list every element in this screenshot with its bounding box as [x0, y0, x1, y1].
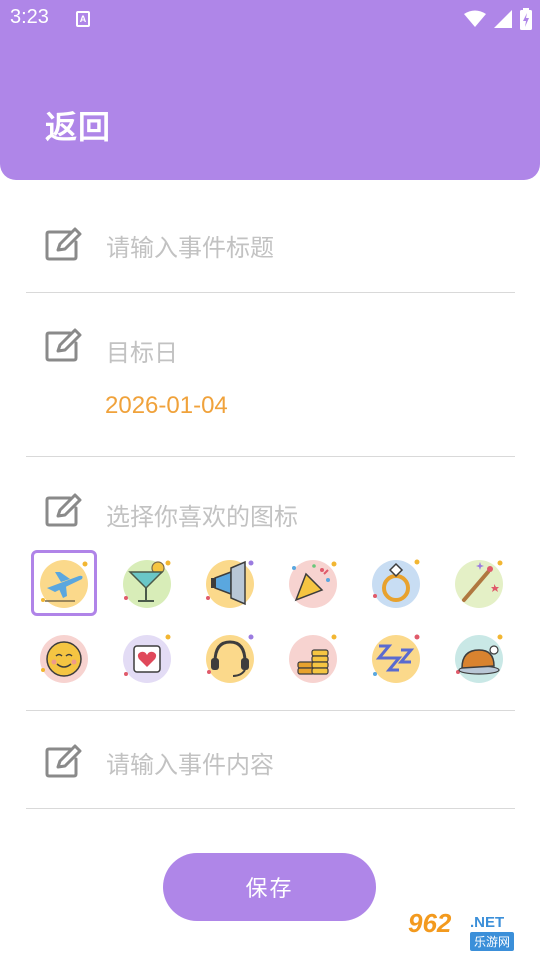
megaphone-icon: [206, 560, 254, 608]
back-button[interactable]: 返回: [45, 102, 111, 148]
divider: [26, 292, 515, 293]
icon-option-airplane[interactable]: [31, 550, 97, 616]
event-title-input[interactable]: 请输入事件标题: [106, 228, 274, 263]
watermark-main: 962: [408, 908, 452, 938]
target-date-label: 目标日: [106, 339, 178, 367]
smiley-icon: [40, 635, 88, 683]
battery-icon: [520, 8, 532, 30]
divider: [26, 456, 515, 457]
icon-option-magic-wand[interactable]: [446, 550, 512, 616]
watermark-sub: 乐游网: [470, 932, 515, 951]
magic-wand-icon: [455, 560, 503, 608]
edit-icon: [45, 328, 82, 362]
status-icons: [464, 8, 532, 30]
roast-chicken-icon: [455, 634, 503, 683]
signal-icon: [494, 10, 512, 28]
event-content-input[interactable]: 请输入事件内容: [106, 745, 274, 780]
airplane-icon: [40, 560, 88, 608]
target-date-value[interactable]: 2026-01-04: [105, 392, 228, 420]
icon-option-megaphone[interactable]: [197, 550, 263, 616]
icon-option-ring[interactable]: [363, 550, 429, 616]
icon-option-headphones[interactable]: [197, 624, 263, 690]
app-header: 3:23 A 返回: [0, 0, 540, 180]
divider: [26, 710, 515, 711]
icon-picker-label: 选择你喜欢的图标: [106, 503, 298, 531]
notification-icon: A: [76, 11, 90, 27]
wifi-icon: [464, 10, 486, 27]
edit-icon: [45, 744, 82, 778]
cocktail-icon: [123, 560, 171, 608]
status-bar: 3:23 A: [0, 0, 540, 38]
icon-option-heart-card[interactable]: [114, 624, 180, 690]
save-button[interactable]: 保存: [163, 853, 376, 921]
icon-option-coins[interactable]: [280, 624, 346, 690]
watermark-domain: .NET: [470, 914, 505, 931]
party-popper-icon: [289, 560, 337, 608]
icon-option-roast-chicken[interactable]: [446, 624, 512, 690]
sleep-zzz-icon: [372, 634, 420, 683]
edit-icon: [45, 493, 82, 527]
icon-option-sleep-zzz[interactable]: [363, 624, 429, 690]
status-time: 3:23: [10, 6, 49, 28]
icon-option-cocktail[interactable]: [114, 550, 180, 616]
icon-option-smiley[interactable]: [31, 624, 97, 690]
coins-icon: [289, 634, 337, 683]
icon-option-party-popper[interactable]: [280, 550, 346, 616]
watermark-logo: 962 .NET 乐游网: [402, 904, 536, 954]
divider: [26, 808, 515, 809]
edit-icon: [45, 227, 82, 261]
heart-card-icon: [123, 634, 171, 683]
ring-icon: [372, 559, 420, 608]
headphones-icon: [206, 634, 254, 683]
